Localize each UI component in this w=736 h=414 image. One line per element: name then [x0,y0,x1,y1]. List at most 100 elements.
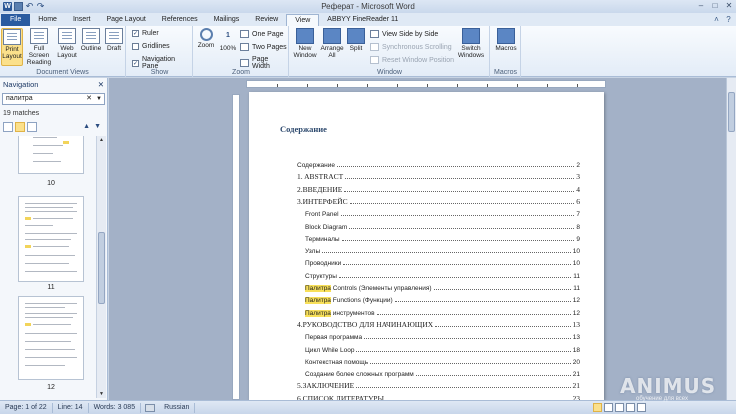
status-line[interactable]: Line: 14 [53,402,89,413]
toc-entry[interactable]: Содержание 2 [297,160,580,169]
toc-entry[interactable]: Создание более сложных программ 21 [305,369,580,378]
toc-entry[interactable]: Первая программа 13 [305,332,580,341]
vertical-ruler[interactable] [232,94,240,400]
tab-mailings[interactable]: Mailings [206,14,248,26]
document-scrollbar[interactable] [726,78,736,400]
status-draft-icon[interactable] [637,403,646,412]
status-full-screen-icon[interactable] [604,403,613,412]
toc-entry[interactable]: 4.РУКОВОДСТВО ДЛЯ НАЧИНАЮЩИХ 13 [297,320,580,329]
next-result-icon[interactable]: ▼ [94,123,101,130]
status-words[interactable]: Words: 3 085 [89,402,142,413]
minimize-ribbon-icon[interactable]: ˄ [712,15,721,24]
tab-home[interactable]: Home [30,14,65,26]
tab-file[interactable]: File [1,14,31,26]
previous-result-icon[interactable]: ▲ [83,123,90,130]
full-screen-reading-button[interactable]: Full Screen Reading [24,28,54,66]
status-bar: Page: 1 of 22 Line: 14 Words: 3 085 Russ… [0,400,736,414]
navigation-scrollbar[interactable]: ▲ ▼ [96,136,106,398]
new-window-icon [296,28,314,44]
tab-insert[interactable]: Insert [65,14,99,26]
navigation-scroll-thumb[interactable] [98,232,105,304]
toc-entry-text: Палитра Controls (Элементы управления) [305,285,432,292]
toc-leader [344,190,575,192]
toc-entry[interactable]: Контекстная помощь 20 [305,357,580,366]
maximize-icon[interactable]: □ [710,1,720,10]
toc-entry[interactable]: Структуры 11 [305,271,580,280]
headings-view-icon[interactable] [3,122,13,132]
toc-leader [338,276,572,278]
zoom-100-button[interactable]: 1 100% [218,28,238,52]
toc-entry[interactable]: Палитра Controls (Элементы управления) 11 [305,283,580,292]
page-thumbnail[interactable] [18,196,84,282]
switch-windows-button[interactable]: Switch Windows [456,28,486,59]
clear-search-icon[interactable]: ✕ [86,94,92,104]
group-document-views: Print Layout Full Screen Reading Web Lay… [0,26,126,77]
close-pane-icon[interactable]: ✕ [98,80,104,89]
status-language[interactable]: Russian [159,402,196,413]
results-view-icon[interactable] [27,122,37,132]
toc-entry-label: 4.РУКОВОДСТВО ДЛЯ НАЧИНАЮЩИХ [297,319,434,329]
toc-entry-text: Цикл While Loop [305,347,354,354]
search-options-icon[interactable]: ▼ [96,94,102,104]
toc-entry[interactable]: Терминалы 9 [305,234,580,243]
two-pages-button[interactable]: Two Pages [240,43,287,51]
status-page[interactable]: Page: 1 of 22 [0,402,53,413]
new-window-button[interactable]: New Window [293,28,317,59]
document-page[interactable]: Содержание Содержание 2 1. ABSTRACT 3 2.ВВЕД… [249,92,604,403]
document-scroll-thumb[interactable] [728,92,735,132]
toc-entry[interactable]: Block Diagram 8 [305,222,580,231]
full-screen-reading-icon [30,28,48,44]
toc-entry[interactable]: Палитра инструментов 12 [305,308,580,317]
web-layout-button[interactable]: Web Layout [56,28,78,59]
view-side-by-side-button[interactable]: View Side by Side [370,30,438,38]
page-thumbnail[interactable] [18,296,84,380]
outline-button[interactable]: Outline [79,28,103,52]
tab-page-layout[interactable]: Page Layout [98,14,153,26]
toc-page-number: 18 [572,346,580,354]
print-layout-button[interactable]: Print Layout [1,28,23,66]
toc-entry[interactable]: Палитра Functions (Функции) 12 [305,295,580,305]
horizontal-ruler[interactable] [246,80,606,88]
status-print-layout-icon[interactable] [593,403,602,412]
close-icon[interactable]: ✕ [724,1,734,10]
arrange-all-button[interactable]: Arrange All [319,28,345,59]
toc-entry[interactable]: Узлы 10 [305,246,580,255]
toc-entry[interactable]: 3.ИНТЕРФЕЙС 6 [297,197,580,206]
toc-page-number: 11 [573,272,580,280]
page-width-button[interactable]: Page Width [240,56,288,70]
help-icon[interactable]: ? [724,15,733,24]
proofing-icon[interactable] [145,403,156,412]
draft-button[interactable]: Draft [104,28,124,52]
toc-entry[interactable]: Проводники 10 [305,258,580,267]
reset-window-position-button[interactable]: Reset Window Position [370,56,454,64]
toc-entry[interactable]: Цикл While Loop 18 [305,345,580,354]
one-page-button[interactable]: One Page [240,30,284,38]
scroll-down-icon[interactable]: ▼ [98,391,105,397]
two-pages-icon [240,43,249,51]
navigation-pane-checkbox[interactable]: ✓ Navigation Pane [132,56,192,70]
group-label-document-views: Document Views [36,69,89,76]
tab-review[interactable]: Review [247,14,286,26]
toc-leader [415,375,571,377]
page-thumbnail[interactable] [18,136,84,174]
toc-page-number: 12 [572,297,580,305]
toc-entry[interactable]: 5.ЗАКЛЮЧЕНИЕ 21 [297,381,580,390]
tab-references[interactable]: References [154,14,206,26]
toc-entry[interactable]: 1. ABSTRACT 3 [297,172,580,181]
gridlines-checkbox[interactable]: Gridlines [132,43,170,50]
status-outline-icon[interactable] [626,403,635,412]
synchronous-scrolling-button[interactable]: Synchronous Scrolling [370,43,452,51]
status-web-layout-icon[interactable] [615,403,624,412]
toc-entry[interactable]: Front Panel 7 [305,209,580,218]
tab-view[interactable]: View [286,14,320,26]
macros-button[interactable]: Macros [494,28,518,52]
zoom-button[interactable]: Zoom [196,28,216,49]
scroll-up-icon[interactable]: ▲ [98,137,105,143]
split-button[interactable]: Split [346,28,366,52]
toc-entry[interactable]: 2.ВВЕДЕНИЕ 4 [297,185,580,194]
minimize-icon[interactable]: – [696,1,706,10]
navigation-search-input[interactable]: палитра ✕ ▼ [2,93,105,105]
ruler-checkbox[interactable]: ✓ Ruler [132,30,159,37]
pages-view-icon[interactable] [15,122,25,132]
tab-abbyy[interactable]: ABBYY FineReader 11 [319,14,406,26]
